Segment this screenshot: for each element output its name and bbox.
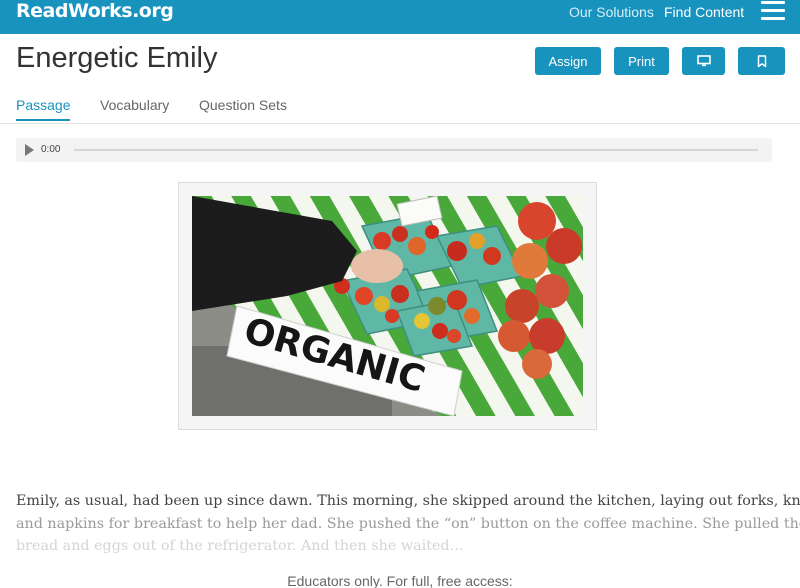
passage-line: bread and eggs out of the refrigerator. … [16,538,464,554]
hamburger-icon[interactable] [761,1,785,21]
audio-time: 0:00 [41,144,61,155]
passage-text: Emily, as usual, had been up since dawn.… [16,490,800,558]
monitor-icon [696,55,711,67]
top-nav-bar: ReadWorks.org Our Solutions Find Content [0,0,800,34]
tab-divider [0,123,800,124]
assign-button[interactable]: Assign [535,47,601,75]
play-icon[interactable] [25,144,34,156]
passage-line: and napkins for breakfast to help her da… [16,515,800,532]
tab-vocabulary[interactable]: Vocabulary [100,97,169,119]
educator-access-note: Educators only. For full, free access: [287,573,513,588]
passage-line: Emily, as usual, had been up since dawn.… [16,493,800,509]
passage-image-frame: ORGANIC [178,182,597,430]
tab-passage[interactable]: Passage [16,97,71,121]
bookmark-button[interactable] [738,47,785,75]
print-button[interactable]: Print [614,47,669,75]
audio-player: 0:00 [16,138,772,162]
nav-our-solutions[interactable]: Our Solutions [569,4,654,20]
page-title: Energetic Emily [16,42,218,74]
bookmark-icon [757,54,766,67]
present-button[interactable] [682,47,725,75]
audio-progress-track[interactable] [74,149,758,151]
nav-find-content[interactable]: Find Content [664,4,744,20]
tab-question-sets[interactable]: Question Sets [199,97,287,119]
readworks-logo[interactable]: ReadWorks.org [16,0,174,22]
passage-photo: ORGANIC [192,196,583,416]
